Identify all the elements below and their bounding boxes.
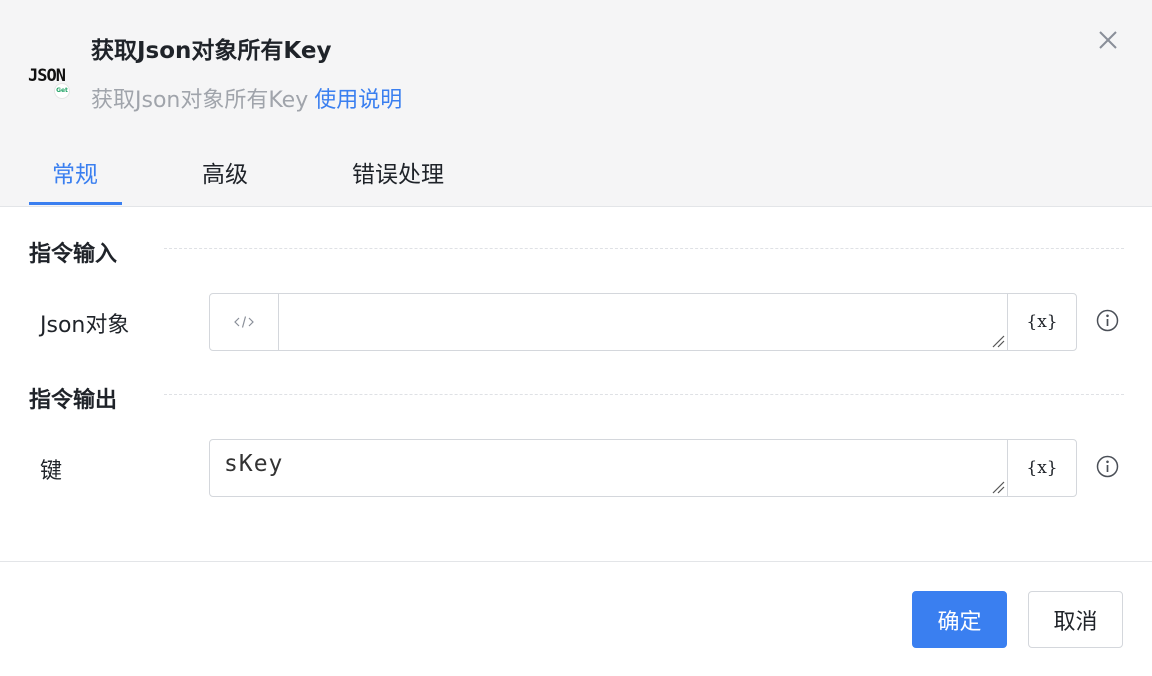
logo-badge: Get — [54, 83, 70, 99]
close-icon — [1099, 31, 1117, 49]
code-mode-button[interactable] — [210, 294, 279, 350]
dialog-subtitle: 获取Json对象所有Key 使用说明 — [91, 82, 402, 114]
resize-grip-icon[interactable] — [991, 334, 1005, 348]
info-icon[interactable] — [1096, 455, 1119, 478]
key-output-input[interactable]: sKey — [210, 440, 1006, 496]
section-title-output: 指令输出 — [29, 388, 118, 413]
help-link[interactable]: 使用说明 — [314, 88, 402, 113]
footer-divider — [0, 561, 1152, 562]
variable-icon: {x} — [1026, 458, 1058, 478]
subtitle-text: 获取Json对象所有Key — [91, 88, 309, 113]
variable-button[interactable]: {x} — [1007, 294, 1076, 350]
section-title-input: 指令输入 — [29, 242, 118, 267]
tab-general[interactable]: 常规 — [52, 155, 98, 189]
dialog: JSON Get 获取Json对象所有Key 获取Json对象所有Key 使用说明… — [0, 0, 1152, 676]
code-icon — [234, 316, 254, 328]
key-input-group: sKey {x} — [209, 439, 1077, 497]
dialog-header: JSON Get 获取Json对象所有Key 获取Json对象所有Key 使用说明… — [0, 0, 1152, 207]
cancel-button[interactable]: 取消 — [1028, 591, 1123, 648]
confirm-button[interactable]: 确定 — [912, 591, 1007, 648]
variable-icon: {x} — [1026, 312, 1058, 332]
json-logo: JSON Get — [28, 66, 74, 100]
json-object-input[interactable] — [280, 294, 1006, 350]
close-button[interactable] — [1094, 26, 1122, 54]
tab-error-handling[interactable]: 错误处理 — [352, 155, 444, 189]
field-label-key: 键 — [40, 459, 63, 484]
resize-grip-icon[interactable] — [991, 480, 1005, 494]
dialog-title: 获取Json对象所有Key — [91, 38, 332, 64]
json-object-input-group: {x} — [209, 293, 1077, 351]
section-divider — [164, 248, 1124, 249]
tab-advanced[interactable]: 高级 — [202, 155, 248, 189]
info-icon[interactable] — [1096, 309, 1119, 332]
active-tab-indicator — [29, 202, 122, 205]
section-divider — [164, 394, 1124, 395]
field-label-json-object: Json对象 — [40, 313, 130, 338]
variable-button[interactable]: {x} — [1007, 440, 1076, 496]
